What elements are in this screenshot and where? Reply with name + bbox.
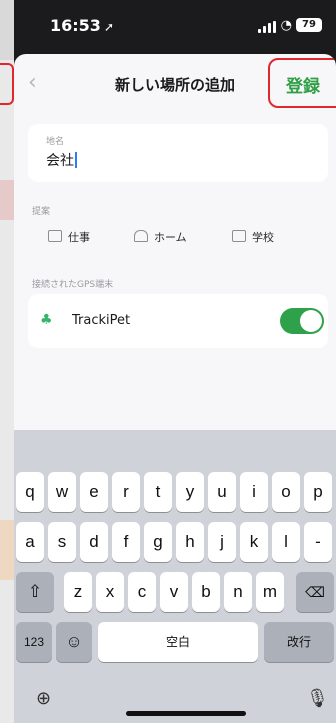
key-r[interactable]: r	[112, 472, 140, 512]
key-x[interactable]: x	[96, 572, 124, 612]
key-o[interactable]: o	[272, 472, 300, 512]
globe-icon[interactable]: ⊕	[36, 688, 51, 709]
key-j[interactable]: j	[208, 522, 236, 562]
key-t[interactable]: t	[144, 472, 172, 512]
gps-section-label: 接続されたGPS端末	[32, 280, 114, 290]
microphone-icon[interactable]: 🎙︎	[306, 688, 329, 709]
paw-icon: ♣	[40, 312, 53, 328]
key-p[interactable]: p	[304, 472, 332, 512]
key-y[interactable]: y	[176, 472, 204, 512]
keyboard: q w e r t y u i o p a s d f g h j k l - …	[14, 430, 336, 723]
key-f[interactable]: f	[112, 522, 140, 562]
emoji-icon: ☺	[65, 632, 83, 651]
key-hyphen[interactable]: -	[304, 522, 332, 562]
gps-device-name: TrackiPet	[72, 313, 131, 328]
highlight-box-left	[0, 63, 14, 105]
backspace-key[interactable]: ⌫	[296, 572, 334, 612]
key-s[interactable]: s	[48, 522, 76, 562]
previous-screen-peek	[0, 0, 14, 723]
key-c[interactable]: c	[128, 572, 156, 612]
status-time: 16:53 ➚	[50, 16, 114, 35]
key-q[interactable]: q	[16, 472, 44, 512]
suggestion-work[interactable]: 仕事	[48, 229, 90, 245]
key-m[interactable]: m	[256, 572, 284, 612]
home-icon	[134, 230, 148, 242]
location-arrow-icon: ➚	[103, 20, 114, 34]
shift-icon: ⇧	[27, 582, 43, 601]
numbers-key[interactable]: 123	[16, 622, 52, 662]
key-b[interactable]: b	[192, 572, 220, 612]
key-e[interactable]: e	[80, 472, 108, 512]
key-w[interactable]: w	[48, 472, 76, 512]
book-icon	[232, 230, 246, 242]
emoji-key[interactable]: ☺	[56, 622, 92, 662]
key-l[interactable]: l	[272, 522, 300, 562]
key-h[interactable]: h	[176, 522, 204, 562]
key-v[interactable]: v	[160, 572, 188, 612]
briefcase-icon	[48, 230, 62, 242]
place-name-field[interactable]: 地名 会社	[28, 124, 328, 182]
gps-device-row: ♣ TrackiPet	[28, 294, 328, 348]
suggestions-label: 提案	[32, 207, 51, 217]
place-name-label: 地名	[46, 137, 65, 147]
nav-bar: ‹ 新しい場所の追加 登録	[14, 54, 336, 112]
home-indicator	[126, 711, 246, 716]
key-u[interactable]: u	[208, 472, 236, 512]
shift-key[interactable]: ⇧	[16, 572, 54, 612]
key-d[interactable]: d	[80, 522, 108, 562]
space-key[interactable]: 空白	[98, 622, 258, 662]
battery-icon: 79	[296, 18, 322, 32]
signal-icon	[258, 21, 276, 33]
key-z[interactable]: z	[64, 572, 92, 612]
key-n[interactable]: n	[224, 572, 252, 612]
suggestion-home[interactable]: ホーム	[134, 229, 187, 245]
key-a[interactable]: a	[16, 522, 44, 562]
register-button[interactable]: 登録	[286, 72, 320, 97]
toggle-knob	[300, 310, 322, 332]
key-k[interactable]: k	[240, 522, 268, 562]
text-caret	[75, 152, 77, 168]
gps-toggle[interactable]	[280, 308, 324, 334]
place-name-input[interactable]: 会社	[46, 150, 77, 170]
key-g[interactable]: g	[144, 522, 172, 562]
status-bar: 16:53 ➚ ◔ 79	[20, 0, 336, 50]
key-i[interactable]: i	[240, 472, 268, 512]
wifi-icon: ◔	[280, 18, 292, 33]
backspace-icon: ⌫	[305, 584, 325, 600]
return-key[interactable]: 改行	[264, 622, 334, 662]
suggestion-school[interactable]: 学校	[232, 229, 274, 245]
